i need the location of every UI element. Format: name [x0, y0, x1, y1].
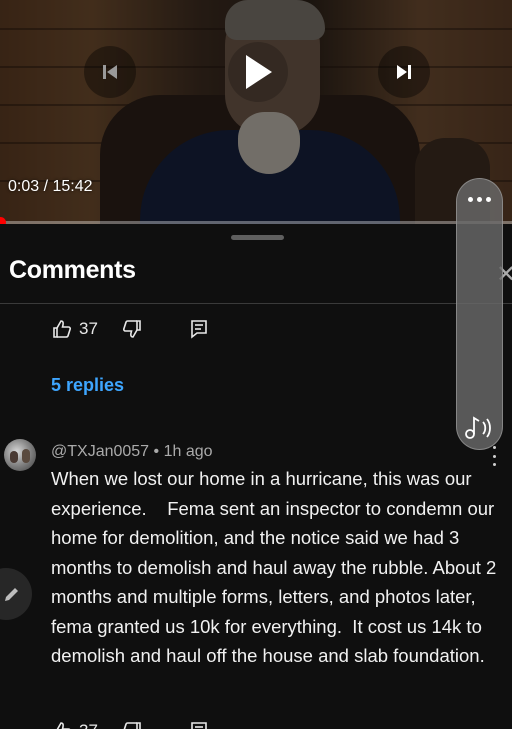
dislike-button[interactable] — [121, 318, 143, 340]
previous-button[interactable] — [84, 46, 136, 98]
comment-time: 1h ago — [163, 443, 213, 460]
play-button[interactable] — [228, 42, 288, 102]
view-replies-link[interactable]: 5 replies — [51, 375, 124, 396]
reply-comment-icon — [191, 320, 207, 339]
video-player[interactable]: 0:03 / 15:42 — [0, 0, 512, 224]
reply-button[interactable] — [188, 720, 210, 729]
play-icon — [246, 55, 272, 89]
sound-note-icon — [465, 416, 491, 439]
thumbs-down-icon — [123, 722, 141, 729]
like-count: 37 — [79, 319, 98, 338]
edit-pencil-icon — [5, 588, 18, 601]
video-timecode: 0:03 / 15:42 — [8, 178, 93, 196]
comment-actions: 37 — [51, 719, 210, 729]
time-separator: / — [39, 178, 53, 195]
comment-actions: 37 — [51, 317, 210, 341]
divider — [0, 303, 512, 304]
video-duration: 15:42 — [52, 178, 93, 195]
comment-meta: @TXJan0057 • 1h ago — [51, 443, 213, 461]
comments-panel: Comments ✕ 37 5 replies @TXJan0057 • 1h … — [0, 224, 512, 729]
floating-overlay[interactable] — [456, 178, 503, 450]
meta-separator: • — [149, 443, 164, 460]
more-horizontal-icon[interactable] — [468, 197, 491, 202]
panel-title: Comments — [9, 256, 136, 284]
skip-next-icon — [397, 65, 411, 79]
like-count: 37 — [79, 721, 121, 729]
avatar-figure — [10, 451, 18, 463]
thumbs-down-icon — [122, 320, 141, 338]
current-time: 0:03 — [8, 178, 40, 195]
reply-button[interactable] — [188, 318, 210, 340]
avatar-figure — [22, 449, 30, 463]
comment-author[interactable]: @TXJan0057 — [51, 443, 149, 460]
thumbs-up-icon — [53, 320, 72, 338]
comment-text: When we lost our home in a hurricane, th… — [51, 468, 502, 666]
next-button[interactable] — [378, 46, 430, 98]
more-vertical-icon[interactable] — [490, 446, 498, 466]
like-button[interactable] — [51, 318, 73, 340]
drag-handle[interactable] — [231, 235, 284, 240]
dislike-button[interactable] — [121, 720, 143, 729]
avatar[interactable] — [4, 439, 36, 471]
edit-button[interactable] — [0, 568, 32, 620]
thumbs-up-icon — [56, 722, 71, 729]
like-button[interactable] — [51, 720, 73, 729]
reply-comment-icon — [191, 722, 207, 729]
sound-button[interactable] — [461, 411, 499, 445]
skip-previous-icon — [103, 65, 117, 79]
